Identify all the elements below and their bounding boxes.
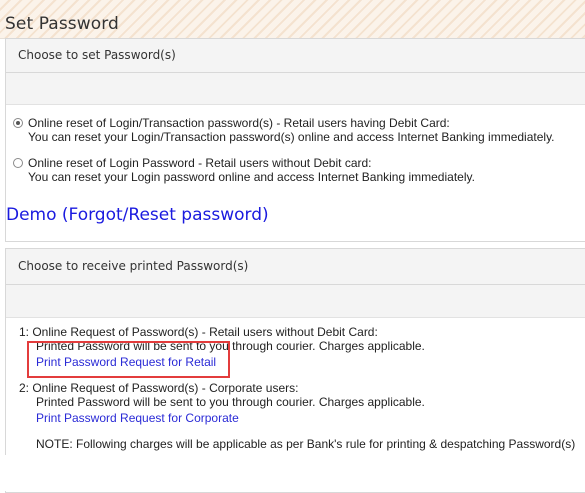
printed-panel-spacer [6,285,585,318]
charges-note: NOTE: Following charges will be applicab… [36,437,576,451]
highlight-box [27,341,230,378]
printed-item-title: 1: Online Request of Password(s) - Retai… [19,325,378,339]
print-request-corporate-link[interactable]: Print Password Request for Corporate [36,411,239,425]
reset-option-title: Online reset of Login Password - Retail … [28,156,372,170]
reset-option-title: Online reset of Login/Transaction passwo… [28,116,450,130]
reset-option-desc: You can reset your Login/Transaction pas… [28,130,555,144]
radio-unselected-icon[interactable] [13,158,23,168]
page-title: Set Password [5,14,119,34]
reset-option-desc: You can reset your Login password online… [28,170,475,184]
demo-link[interactable]: Demo (Forgot/Reset password) [6,205,269,225]
screenshot-crop-area [0,455,585,491]
reset-panel-heading: Choose to set Password(s) [6,39,585,73]
printed-item-desc: Printed Password will be sent to you thr… [36,395,425,409]
reset-panel-spacer [6,73,585,105]
radio-selected-icon[interactable] [13,118,23,128]
printed-item-title: 2: Online Request of Password(s) - Corpo… [19,381,299,395]
printed-panel-heading: Choose to receive printed Password(s) [6,249,585,285]
